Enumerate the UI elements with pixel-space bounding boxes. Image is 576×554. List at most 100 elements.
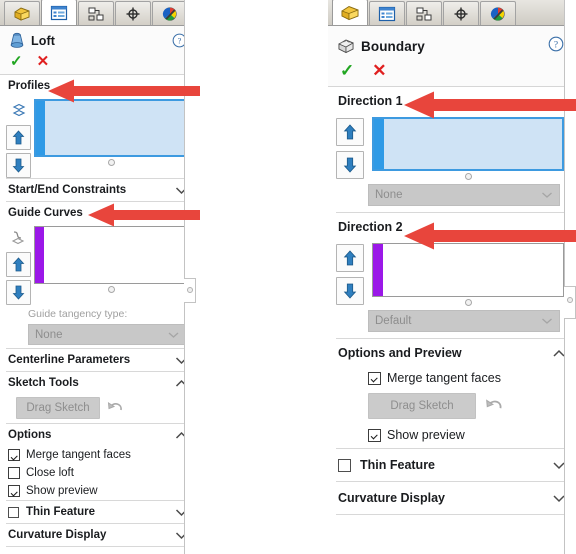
right-panel-edge-strip xyxy=(564,0,576,554)
cancel-button[interactable]: ✕ xyxy=(37,54,50,69)
direction-2-color-bar xyxy=(373,244,383,296)
section-header-sketch-tools[interactable]: Sketch Tools xyxy=(0,372,196,394)
tab-configuration-manager[interactable] xyxy=(406,1,442,25)
chevron-down-icon xyxy=(542,318,552,324)
svg-text:?: ? xyxy=(178,36,182,46)
loft-ok-cancel-row: ✓ ✕ xyxy=(8,50,188,72)
checkbox-row-merge-tangent-faces[interactable]: Merge tangent faces xyxy=(328,367,576,389)
tab-feature-manager-tree[interactable] xyxy=(332,0,368,25)
arrow-down-icon xyxy=(343,157,357,173)
section-label-curvature-display: Curvature Display xyxy=(8,529,107,541)
checkbox-row-show-preview[interactable]: Show preview xyxy=(0,482,196,500)
display-appearance-icon xyxy=(490,6,505,21)
section-header-guide-curves[interactable]: Guide Curves xyxy=(0,202,196,224)
section-label-direction-2: Direction 2 xyxy=(338,220,403,234)
screenshot-root: Loft ? ✓ ✕ Profiles Start/End Constraint… xyxy=(0,0,576,554)
profiles-move-down-button[interactable] xyxy=(6,153,31,178)
section-header-direction-2[interactable]: Direction 2 xyxy=(328,213,576,241)
direction-2-curve-influence-combo[interactable]: Default xyxy=(368,310,560,332)
tab-property-manager[interactable] xyxy=(41,0,77,25)
right-panel-pin-handle[interactable] xyxy=(567,297,573,303)
section-header-profiles[interactable]: Profiles xyxy=(0,75,196,97)
direction-1-curve-influence-combo[interactable]: None xyxy=(368,184,560,206)
guide-curves-resize-grip[interactable] xyxy=(107,286,115,293)
section-header-options-and-preview[interactable]: Options and Preview xyxy=(328,339,576,367)
checkbox-row-close-loft[interactable]: Close loft xyxy=(0,464,196,482)
direction-1-resize-grip[interactable] xyxy=(464,173,472,180)
property-list-icon xyxy=(50,5,68,20)
boundary-ok-cancel-row: ✓ ✕ xyxy=(336,56,568,84)
guide-curves-selection-box[interactable] xyxy=(34,226,188,284)
dimxpert-target-icon xyxy=(126,7,140,20)
tab-property-manager[interactable] xyxy=(369,1,405,25)
edge-line-upper xyxy=(564,0,565,286)
section-header-curvature-display[interactable]: Curvature Display xyxy=(0,524,196,546)
direction-2-move-up-button[interactable] xyxy=(336,244,364,272)
direction-1-selection-box[interactable] xyxy=(372,117,564,171)
close-loft-label: Close loft xyxy=(26,467,74,479)
configuration-icon xyxy=(88,7,104,20)
edge-line-lower xyxy=(564,318,565,554)
direction-1-selection-list[interactable] xyxy=(384,119,562,169)
tab-dimxpert-manager[interactable] xyxy=(115,1,151,25)
undo-arrow-icon[interactable] xyxy=(106,399,126,417)
cancel-button[interactable]: ✕ xyxy=(372,62,386,79)
section-label-options: Options xyxy=(8,429,52,441)
accept-button[interactable]: ✓ xyxy=(10,54,23,69)
checkbox-row-merge-tangent-faces[interactable]: Merge tangent faces xyxy=(0,446,196,464)
direction-2-selection-box[interactable] xyxy=(372,243,564,297)
direction-2-selection-list[interactable] xyxy=(383,244,563,296)
tab-display-manager[interactable] xyxy=(480,1,516,25)
arrow-up-icon xyxy=(343,124,357,140)
tab-display-manager[interactable] xyxy=(152,1,188,25)
direction-1-move-up-button[interactable] xyxy=(336,118,364,146)
section-header-curvature-display[interactable]: Curvature Display xyxy=(328,482,576,514)
guide-curves-move-up-button[interactable] xyxy=(6,252,31,277)
svg-text:?: ? xyxy=(554,40,558,50)
thin-feature-checkbox[interactable] xyxy=(8,506,19,518)
chevron-down-icon xyxy=(168,332,179,338)
checkbox-row-show-preview[interactable]: Show preview xyxy=(328,424,576,448)
thin-feature-checkbox[interactable] xyxy=(338,458,351,472)
guide-tangency-type-combo[interactable]: None xyxy=(28,324,186,345)
section-header-options[interactable]: Options xyxy=(0,424,196,446)
close-loft-checkbox[interactable] xyxy=(8,467,20,479)
section-header-thin-feature[interactable]: Thin Feature xyxy=(328,449,576,481)
drag-sketch-button[interactable]: Drag Sketch xyxy=(16,397,100,419)
show-preview-checkbox[interactable] xyxy=(8,485,20,497)
profiles-move-up-button[interactable] xyxy=(6,125,31,150)
tab-dimxpert-manager[interactable] xyxy=(443,1,479,25)
section-header-start-end-constraints[interactable]: Start/End Constraints xyxy=(0,179,196,201)
section-header-centerline-parameters[interactable]: Centerline Parameters xyxy=(0,349,196,371)
tab-configuration-manager[interactable] xyxy=(78,1,114,25)
profiles-selection-box[interactable] xyxy=(34,99,188,157)
section-header-thin-feature[interactable]: Thin Feature xyxy=(0,501,196,523)
direction-2-resize-grip[interactable] xyxy=(464,299,472,306)
direction-1-move-down-button[interactable] xyxy=(336,151,364,179)
profiles-resize-grip[interactable] xyxy=(107,159,115,166)
yellow-feature-icon xyxy=(341,5,359,20)
display-appearance-icon xyxy=(162,6,177,21)
property-list-icon xyxy=(378,6,396,21)
left-panel-pin-handle[interactable] xyxy=(187,287,193,293)
guide-curves-selection-list[interactable] xyxy=(44,227,187,283)
profiles-selection-list[interactable] xyxy=(45,101,186,155)
undo-arrow-icon[interactable] xyxy=(484,396,506,416)
direction-1-selection-group xyxy=(328,115,576,180)
section-label-direction-1: Direction 1 xyxy=(338,94,403,108)
guide-curves-move-down-button[interactable] xyxy=(6,280,31,305)
section-header-direction-1[interactable]: Direction 1 xyxy=(328,87,576,115)
merge-tangent-faces-checkbox[interactable] xyxy=(368,371,381,385)
tab-feature-manager-tree[interactable] xyxy=(4,1,40,25)
merge-tangent-faces-label: Merge tangent faces xyxy=(387,371,501,385)
help-icon[interactable]: ? xyxy=(548,36,564,52)
merge-tangent-faces-checkbox[interactable] xyxy=(8,449,20,461)
boundary-panel-title: Boundary xyxy=(361,38,425,54)
divider xyxy=(6,546,190,547)
direction-2-move-down-button[interactable] xyxy=(336,277,364,305)
show-preview-checkbox[interactable] xyxy=(368,428,381,442)
divider xyxy=(336,514,568,515)
edge-line-lower xyxy=(184,302,185,554)
accept-button[interactable]: ✓ xyxy=(340,62,354,79)
drag-sketch-button[interactable]: Drag Sketch xyxy=(368,393,476,419)
